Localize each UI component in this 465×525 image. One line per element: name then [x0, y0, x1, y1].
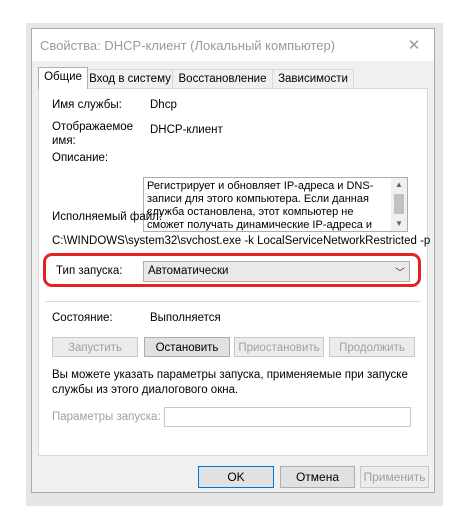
stop-button[interactable]: Остановить [144, 337, 230, 357]
pause-button[interactable]: Приостановить [234, 337, 324, 357]
tab-general[interactable]: Общие [38, 67, 88, 89]
service-name-label: Имя службы: [52, 99, 122, 111]
tab-logon[interactable]: Вход в систему [87, 69, 173, 88]
tab-recovery[interactable]: Восстановление [172, 69, 273, 88]
exe-label: Исполняемый файл: [52, 211, 163, 223]
properties-dialog: Свойства: DHCP-клиент (Локальный компьют… [31, 28, 435, 493]
startup-params-label: Параметры запуска: [52, 411, 161, 423]
scroll-down-icon[interactable]: ▼ [391, 218, 407, 230]
title-bar: Свойства: DHCP-клиент (Локальный компьют… [32, 29, 434, 61]
startup-type-label: Тип запуска: [56, 265, 123, 277]
apply-button[interactable]: Применить [360, 466, 429, 488]
status-value: Выполняется [150, 312, 221, 324]
scroll-thumb[interactable] [394, 194, 404, 214]
startup-type-select[interactable]: Автоматически ﹀ [143, 261, 410, 282]
general-panel: Имя службы: Dhcp Отображаемое имя: DHCP-… [38, 88, 431, 456]
start-button[interactable]: Запустить [52, 337, 138, 357]
close-icon[interactable]: ✕ [394, 29, 434, 61]
startup-params-hint: Вы можете указать параметры запуска, при… [52, 369, 408, 396]
scroll-up-icon[interactable]: ▲ [391, 179, 407, 191]
description-scrollbar[interactable]: ▲ ▼ [391, 178, 407, 231]
display-name-value: DHCP-клиент [150, 124, 223, 136]
status-label: Состояние: [52, 312, 113, 324]
description-label: Описание: [52, 152, 109, 164]
resume-button[interactable]: Продолжить [329, 337, 415, 357]
cancel-button[interactable]: Отмена [280, 466, 355, 488]
startup-type-value: Автоматически [148, 265, 229, 277]
chevron-down-icon: ﹀ [395, 268, 405, 279]
exe-path: C:\WINDOWS\system32\svchost.exe -k Local… [52, 235, 431, 247]
tab-dependencies[interactable]: Зависимости [272, 69, 354, 88]
window-title: Свойства: DHCP-клиент (Локальный компьют… [40, 38, 336, 53]
ok-button[interactable]: OK [198, 466, 274, 488]
description-box[interactable]: Регистрирует и обновляет IP-адреса и DNS… [143, 177, 408, 232]
display-name-label: Отображаемое имя: [52, 121, 134, 147]
description-text: Регистрирует и обновляет IP-адреса и DNS… [147, 180, 374, 231]
divider [45, 301, 420, 302]
service-name-value: Dhcp [150, 99, 177, 111]
startup-params-input[interactable] [164, 407, 411, 427]
